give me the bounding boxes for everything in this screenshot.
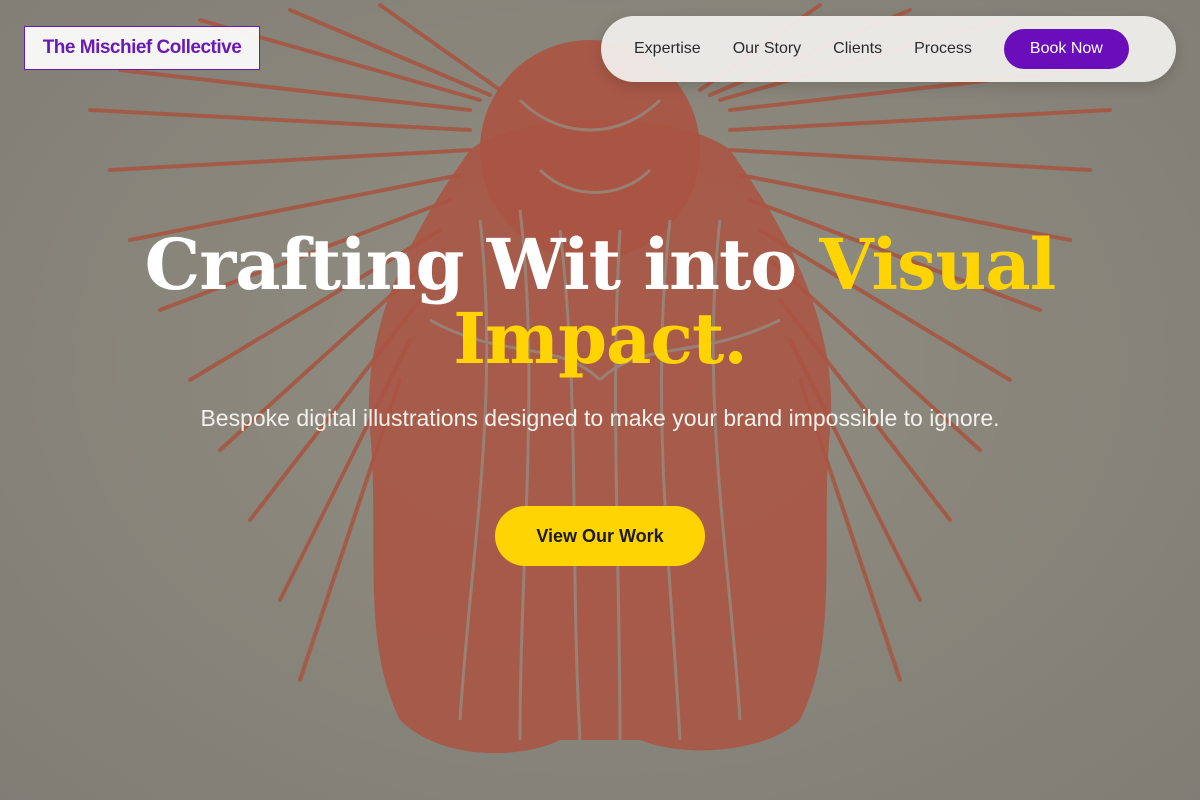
- hero-section: [0, 0, 1200, 800]
- nav-link-our-story[interactable]: Our Story: [733, 40, 801, 58]
- hero-headline: Crafting Wit into Visual Impact.: [100, 228, 1100, 376]
- brand-logo[interactable]: The Mischief Collective: [24, 26, 260, 70]
- view-our-work-button[interactable]: View Our Work: [495, 506, 705, 566]
- headline-accent-impact: Impact.: [453, 297, 747, 380]
- headline-accent-visual: Visual: [819, 223, 1056, 306]
- book-now-button[interactable]: Book Now: [1003, 29, 1129, 69]
- main-nav: Expertise Our Story Clients Process Book…: [601, 16, 1176, 82]
- headline-text: Crafting Wit into: [144, 223, 797, 306]
- nav-link-expertise[interactable]: Expertise: [634, 40, 701, 58]
- nav-link-process[interactable]: Process: [914, 40, 972, 58]
- hero-overlay: [0, 0, 1200, 800]
- hero-subtitle: Bespoke digital illustrations designed t…: [200, 405, 1000, 431]
- nav-link-clients[interactable]: Clients: [833, 40, 882, 58]
